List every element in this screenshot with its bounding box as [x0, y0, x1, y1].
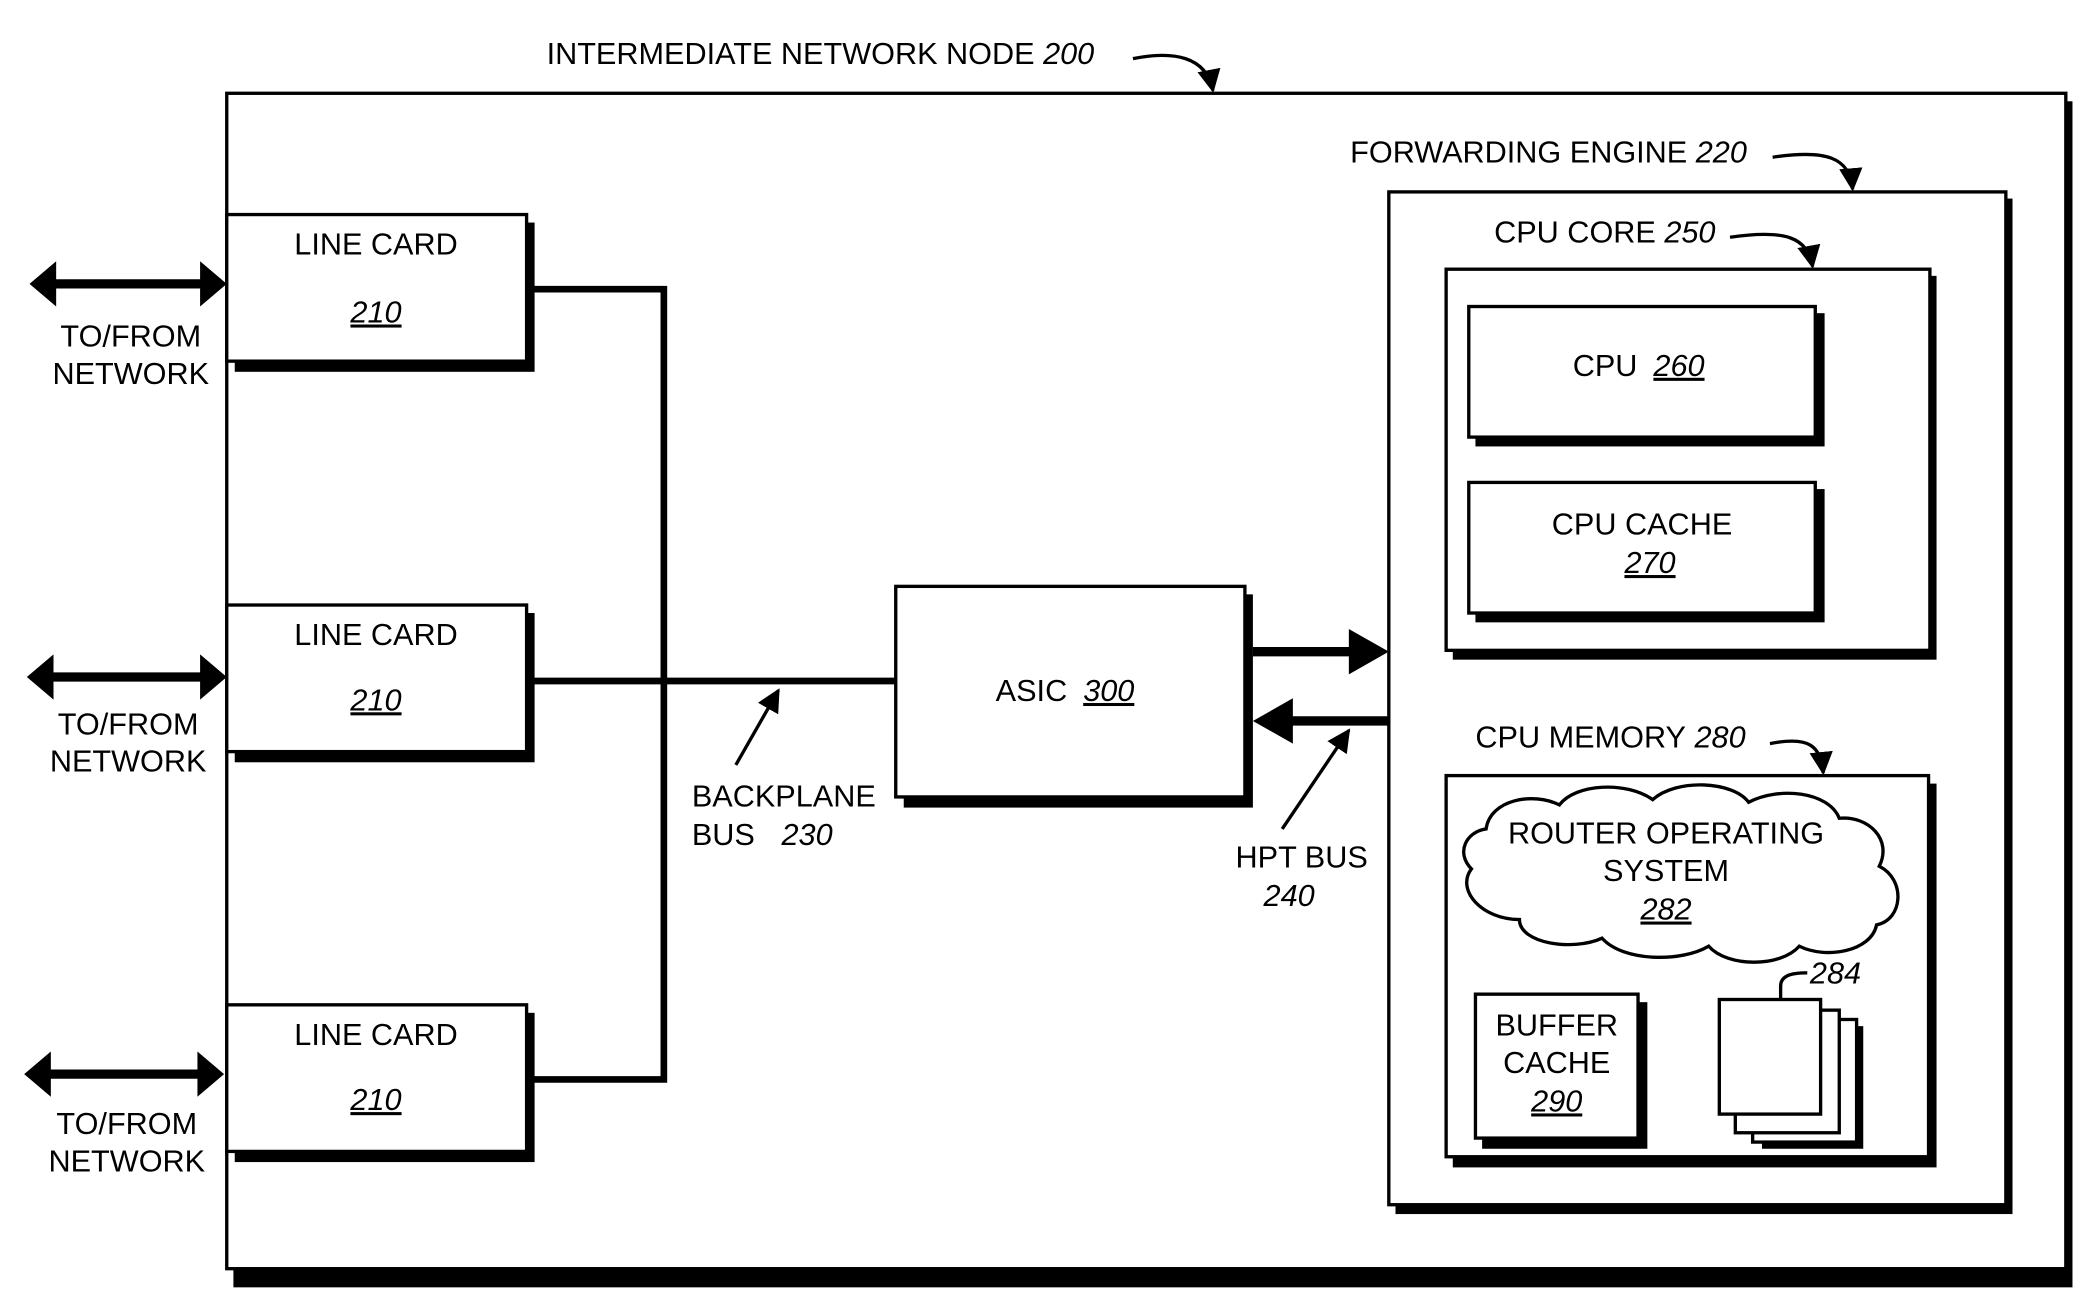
svg-text:210: 210	[349, 296, 401, 330]
svg-text:CACHE: CACHE	[1503, 1046, 1610, 1080]
svg-text:210: 210	[349, 683, 401, 717]
svg-text:LINE CARD: LINE CARD	[294, 618, 457, 652]
cpu-core-label: CPU CORE 250	[1494, 216, 1715, 250]
svg-text:282: 282	[1639, 893, 1691, 927]
svg-text:270: 270	[1623, 546, 1675, 580]
svg-text:SYSTEM: SYSTEM	[1603, 854, 1729, 888]
svg-text:LINE CARD: LINE CARD	[294, 1018, 457, 1052]
router-os-cloud: ROUTER OPERATING SYSTEM 282	[1462, 783, 1900, 964]
backplane-bus-label-1: BACKPLANE	[692, 779, 876, 813]
network-label-3a: TO/FROM	[56, 1107, 197, 1141]
network-arrow-1	[29, 261, 227, 307]
hpt-bus-ref: 240	[1263, 879, 1315, 913]
cpu-cache-box: CPU CACHE 270	[1467, 480, 1825, 623]
network-label-2a: TO/FROM	[58, 707, 199, 741]
line-card-1: LINE CARD 210	[225, 212, 535, 372]
node-label: INTERMEDIATE NETWORK NODE 200	[547, 37, 1095, 71]
network-label-1b: NETWORK	[52, 357, 209, 391]
asic-box: ASIC 300	[894, 584, 1253, 808]
line-card-2: LINE CARD 210	[225, 603, 535, 763]
svg-text:ROUTER OPERATING: ROUTER OPERATING	[1508, 817, 1824, 851]
network-arrow-3	[24, 1051, 225, 1097]
pages-ref: 284	[1809, 956, 1861, 990]
node-leader-arrow	[1132, 53, 1221, 93]
svg-text:290: 290	[1530, 1084, 1582, 1118]
line-card-3: LINE CARD 210	[225, 1003, 535, 1163]
network-node-diagram: INTERMEDIATE NETWORK NODE 200 TO/FROM NE…	[24, 37, 2073, 1288]
forwarding-engine-label: FORWARDING ENGINE 220	[1350, 136, 1747, 170]
cpu-memory-label: CPU MEMORY 280	[1475, 721, 1745, 755]
svg-text:LINE CARD: LINE CARD	[294, 228, 457, 262]
cpu-box: CPU 260	[1467, 304, 1825, 447]
svg-text:BUFFER: BUFFER	[1495, 1008, 1618, 1042]
network-label-2b: NETWORK	[50, 745, 207, 779]
network-label-3b: NETWORK	[48, 1144, 205, 1178]
network-arrow-2	[26, 654, 227, 700]
network-label-1a: TO/FROM	[60, 319, 201, 353]
buffer-cache-box: BUFFER CACHE 290	[1473, 992, 1648, 1149]
svg-text:210: 210	[349, 1083, 401, 1117]
svg-text:ASIC300: ASIC 300	[996, 674, 1135, 708]
svg-text:CPU CACHE: CPU CACHE	[1552, 507, 1732, 541]
hpt-bus-label: HPT BUS	[1236, 841, 1368, 875]
